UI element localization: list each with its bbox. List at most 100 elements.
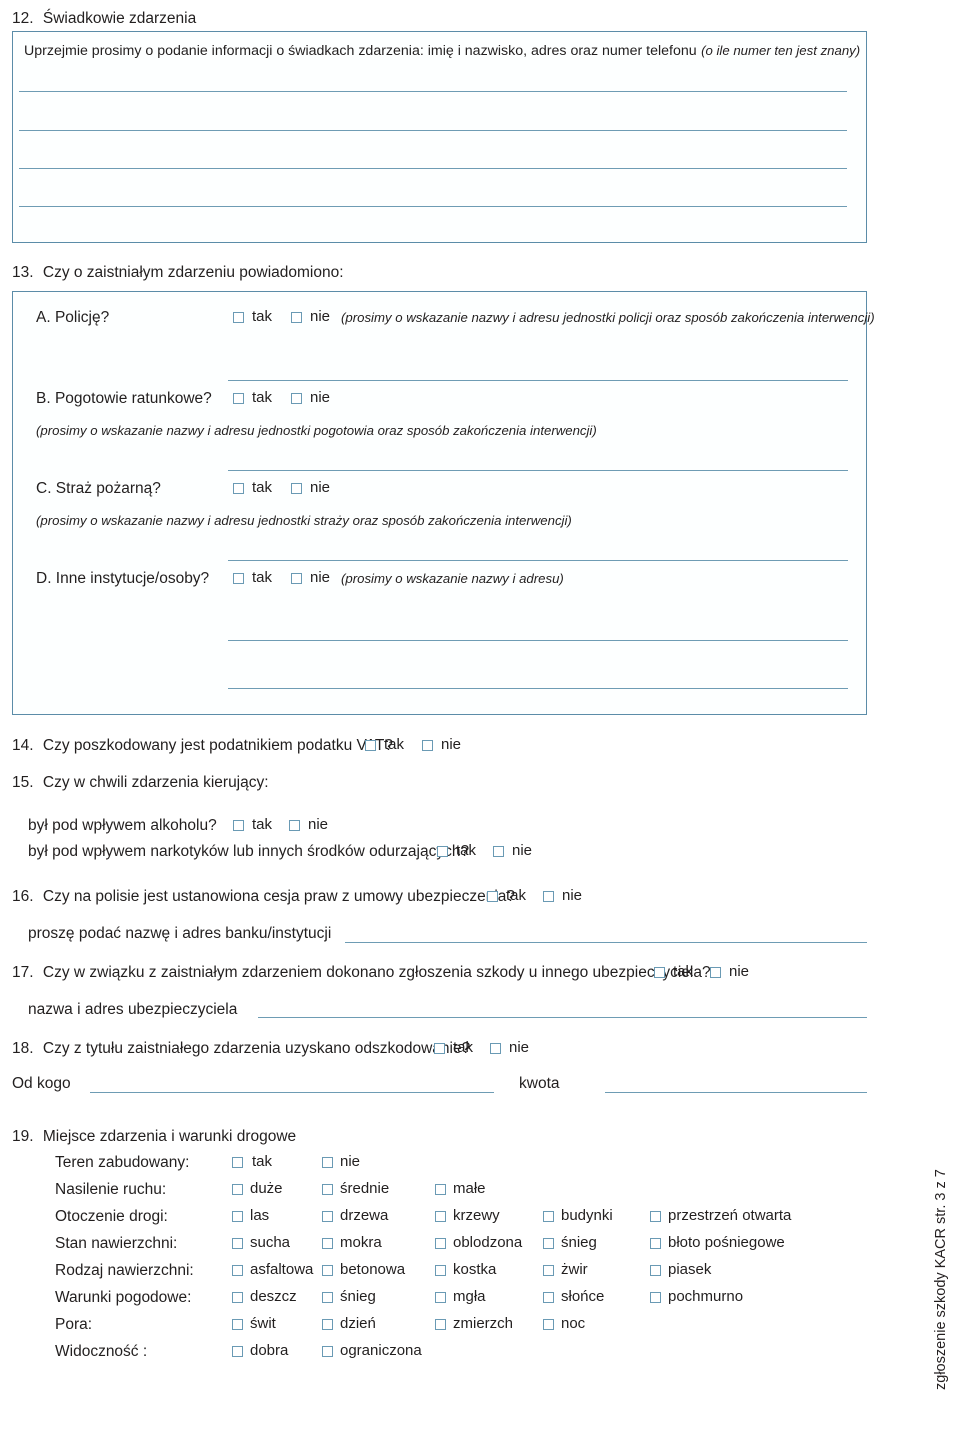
q19-row-6-option-2-label: zmierzch xyxy=(453,1315,514,1332)
q16-sub-label: proszę podać nazwę i adres banku/instytu… xyxy=(28,925,332,942)
q17-insurer-input-line[interactable] xyxy=(258,1017,867,1018)
q15-sub-1-yes-label: tak xyxy=(252,816,273,833)
q13-item-d-yes-checkbox[interactable] xyxy=(233,573,244,584)
q16-question: 16. Czy na polisie jest ustanowiona cesj… xyxy=(12,888,515,906)
q19-row-5-option-0-checkbox[interactable] xyxy=(232,1292,243,1303)
q12-input-line-2[interactable] xyxy=(19,130,847,131)
q19-row-5-option-2-checkbox[interactable] xyxy=(435,1292,446,1303)
q19-row-5-option-3-checkbox[interactable] xyxy=(543,1292,554,1303)
q18-no-checkbox[interactable] xyxy=(490,1043,501,1054)
q19-row-5-option-4-checkbox[interactable] xyxy=(650,1292,661,1303)
q19-row-7-option-1-checkbox[interactable] xyxy=(322,1346,333,1357)
q15-sub-1-no-checkbox[interactable] xyxy=(289,820,300,831)
q19-row-3-option-4-checkbox[interactable] xyxy=(650,1238,661,1249)
q15-sub-2-yes-checkbox[interactable] xyxy=(437,846,448,857)
q14-yes-label: tak xyxy=(384,736,405,753)
q19-heading: 19. Miejsce zdarzenia i warunki drogowe xyxy=(12,1128,296,1146)
q19-row-4-option-0-checkbox[interactable] xyxy=(232,1265,243,1276)
q16-text: Czy na polisie jest ustanowiona cesja pr… xyxy=(42,888,516,905)
q17-no-label: nie xyxy=(729,963,750,980)
q13-item-c-no-label: nie xyxy=(310,479,331,496)
q13-item-d-input-line-2[interactable] xyxy=(228,688,848,689)
q15-sub-1-yes-checkbox[interactable] xyxy=(233,820,244,831)
q12-instruction-line: Uprzejmie prosimy o podanie informacji o… xyxy=(24,42,860,60)
q19-row-3-option-3-checkbox[interactable] xyxy=(543,1238,554,1249)
q19-row-2-option-1-checkbox[interactable] xyxy=(322,1211,333,1222)
q13-item-a-input-line[interactable] xyxy=(228,380,848,381)
q19-row-2-option-3-checkbox[interactable] xyxy=(543,1211,554,1222)
q19-row-5-label: Warunki pogodowe: xyxy=(55,1289,192,1306)
q13-item-d-input-line-1[interactable] xyxy=(228,640,848,641)
q19-row-3-option-1-checkbox[interactable] xyxy=(322,1238,333,1249)
q13-item-a-yes-checkbox[interactable] xyxy=(233,312,244,323)
q14-no-checkbox[interactable] xyxy=(422,740,433,751)
q12-number: 12. xyxy=(12,10,34,27)
q16-yes-label: tak xyxy=(506,887,527,904)
q14-question: 14. Czy poszkodowany jest podatnikiem po… xyxy=(12,737,393,755)
q19-row-4-label: Rodzaj nawierzchni: xyxy=(55,1262,194,1279)
q19-row-0-label: Teren zabudowany: xyxy=(55,1154,190,1171)
q19-row-4-option-1-checkbox[interactable] xyxy=(322,1265,333,1276)
form-page: 12. Świadkowie zdarzenia Uprzejmie prosi… xyxy=(0,0,960,1456)
q13-item-c-input-line[interactable] xyxy=(228,560,848,561)
q16-bank-input-line[interactable] xyxy=(345,942,867,943)
q15-sub-2-yes-label: tak xyxy=(456,842,477,859)
q15-sub-2-no-checkbox[interactable] xyxy=(493,846,504,857)
q17-no-checkbox[interactable] xyxy=(710,967,721,978)
q19-row-1-option-0-checkbox[interactable] xyxy=(232,1184,243,1195)
q18-yes-label: tak xyxy=(453,1039,474,1056)
q13-item-c-yes-label: tak xyxy=(252,479,273,496)
q18-from-input-line[interactable] xyxy=(90,1092,494,1093)
q19-row-5-option-1-checkbox[interactable] xyxy=(322,1292,333,1303)
q19-row-5-option-2-label: mgła xyxy=(453,1288,486,1305)
q19-row-6-option-1-checkbox[interactable] xyxy=(322,1319,333,1330)
q19-row-4-option-4-checkbox[interactable] xyxy=(650,1265,661,1276)
q13-item-c-yes-checkbox[interactable] xyxy=(233,483,244,494)
q13-item-a-no-checkbox[interactable] xyxy=(291,312,302,323)
q14-yes-checkbox[interactable] xyxy=(365,740,376,751)
q19-row-1-option-1-checkbox[interactable] xyxy=(322,1184,333,1195)
q18-yes-checkbox[interactable] xyxy=(434,1043,445,1054)
q17-yes-checkbox[interactable] xyxy=(654,967,665,978)
q19-row-6-option-2-checkbox[interactable] xyxy=(435,1319,446,1330)
q13-item-b-yes-checkbox[interactable] xyxy=(233,393,244,404)
q16-yes-checkbox[interactable] xyxy=(487,891,498,902)
q19-row-3-option-2-checkbox[interactable] xyxy=(435,1238,446,1249)
q19-row-6-option-3-checkbox[interactable] xyxy=(543,1319,554,1330)
q19-row-6-label: Pora: xyxy=(55,1316,93,1333)
q13-item-c-no-checkbox[interactable] xyxy=(291,483,302,494)
q13-item-b-input-line[interactable] xyxy=(228,470,848,471)
q13-item-d-no-checkbox[interactable] xyxy=(291,573,302,584)
q17-yes-label: tak xyxy=(673,963,694,980)
q19-row-6-option-0-checkbox[interactable] xyxy=(232,1319,243,1330)
q14-no-label: nie xyxy=(441,736,462,753)
q19-row-2-option-4-checkbox[interactable] xyxy=(650,1211,661,1222)
q19-row-3-option-0-checkbox[interactable] xyxy=(232,1238,243,1249)
q19-row-2-option-0-checkbox[interactable] xyxy=(232,1211,243,1222)
q19-row-4-option-3-checkbox[interactable] xyxy=(543,1265,554,1276)
q17-question: 17. Czy w związku z zaistniałym zdarzeni… xyxy=(12,964,711,982)
q19-row-0-option-0-checkbox[interactable] xyxy=(232,1157,243,1168)
q16-no-checkbox[interactable] xyxy=(543,891,554,902)
q18-text: Czy z tytułu zaistniałego zdarzenia uzys… xyxy=(42,1040,471,1057)
q13-item-a-note: (prosimy o wskazanie nazwy i adresu jedn… xyxy=(341,310,875,325)
q15-sub-2-no-label: nie xyxy=(512,842,533,859)
q19-row-0-option-1-checkbox[interactable] xyxy=(322,1157,333,1168)
q12-input-line-1[interactable] xyxy=(19,91,847,92)
q19-row-7-option-0-checkbox[interactable] xyxy=(232,1346,243,1357)
q12-input-line-4[interactable] xyxy=(19,206,847,207)
q18-amount-input-line[interactable] xyxy=(605,1092,867,1093)
q19-row-7-label: Widoczność : xyxy=(55,1343,148,1360)
q12-input-line-3[interactable] xyxy=(19,168,847,169)
q13-item-d-label: D. Inne instytucje/osoby? xyxy=(36,570,210,587)
q12-instruction: Uprzejmie prosimy o podanie informacji o… xyxy=(24,43,697,59)
q14-number: 14. xyxy=(12,737,34,754)
q13-item-b-no-checkbox[interactable] xyxy=(291,393,302,404)
q19-row-2-option-2-checkbox[interactable] xyxy=(435,1211,446,1222)
q19-row-7-option-1-label: ograniczona xyxy=(340,1342,422,1359)
q19-row-5-option-4-label: pochmurno xyxy=(668,1288,744,1305)
q19-row-4-option-2-checkbox[interactable] xyxy=(435,1265,446,1276)
q13-heading: 13. Czy o zaistniałym zdarzeniu powiadom… xyxy=(12,264,344,282)
q19-row-2-option-1-label: drzewa xyxy=(340,1207,389,1224)
q19-row-1-option-2-checkbox[interactable] xyxy=(435,1184,446,1195)
